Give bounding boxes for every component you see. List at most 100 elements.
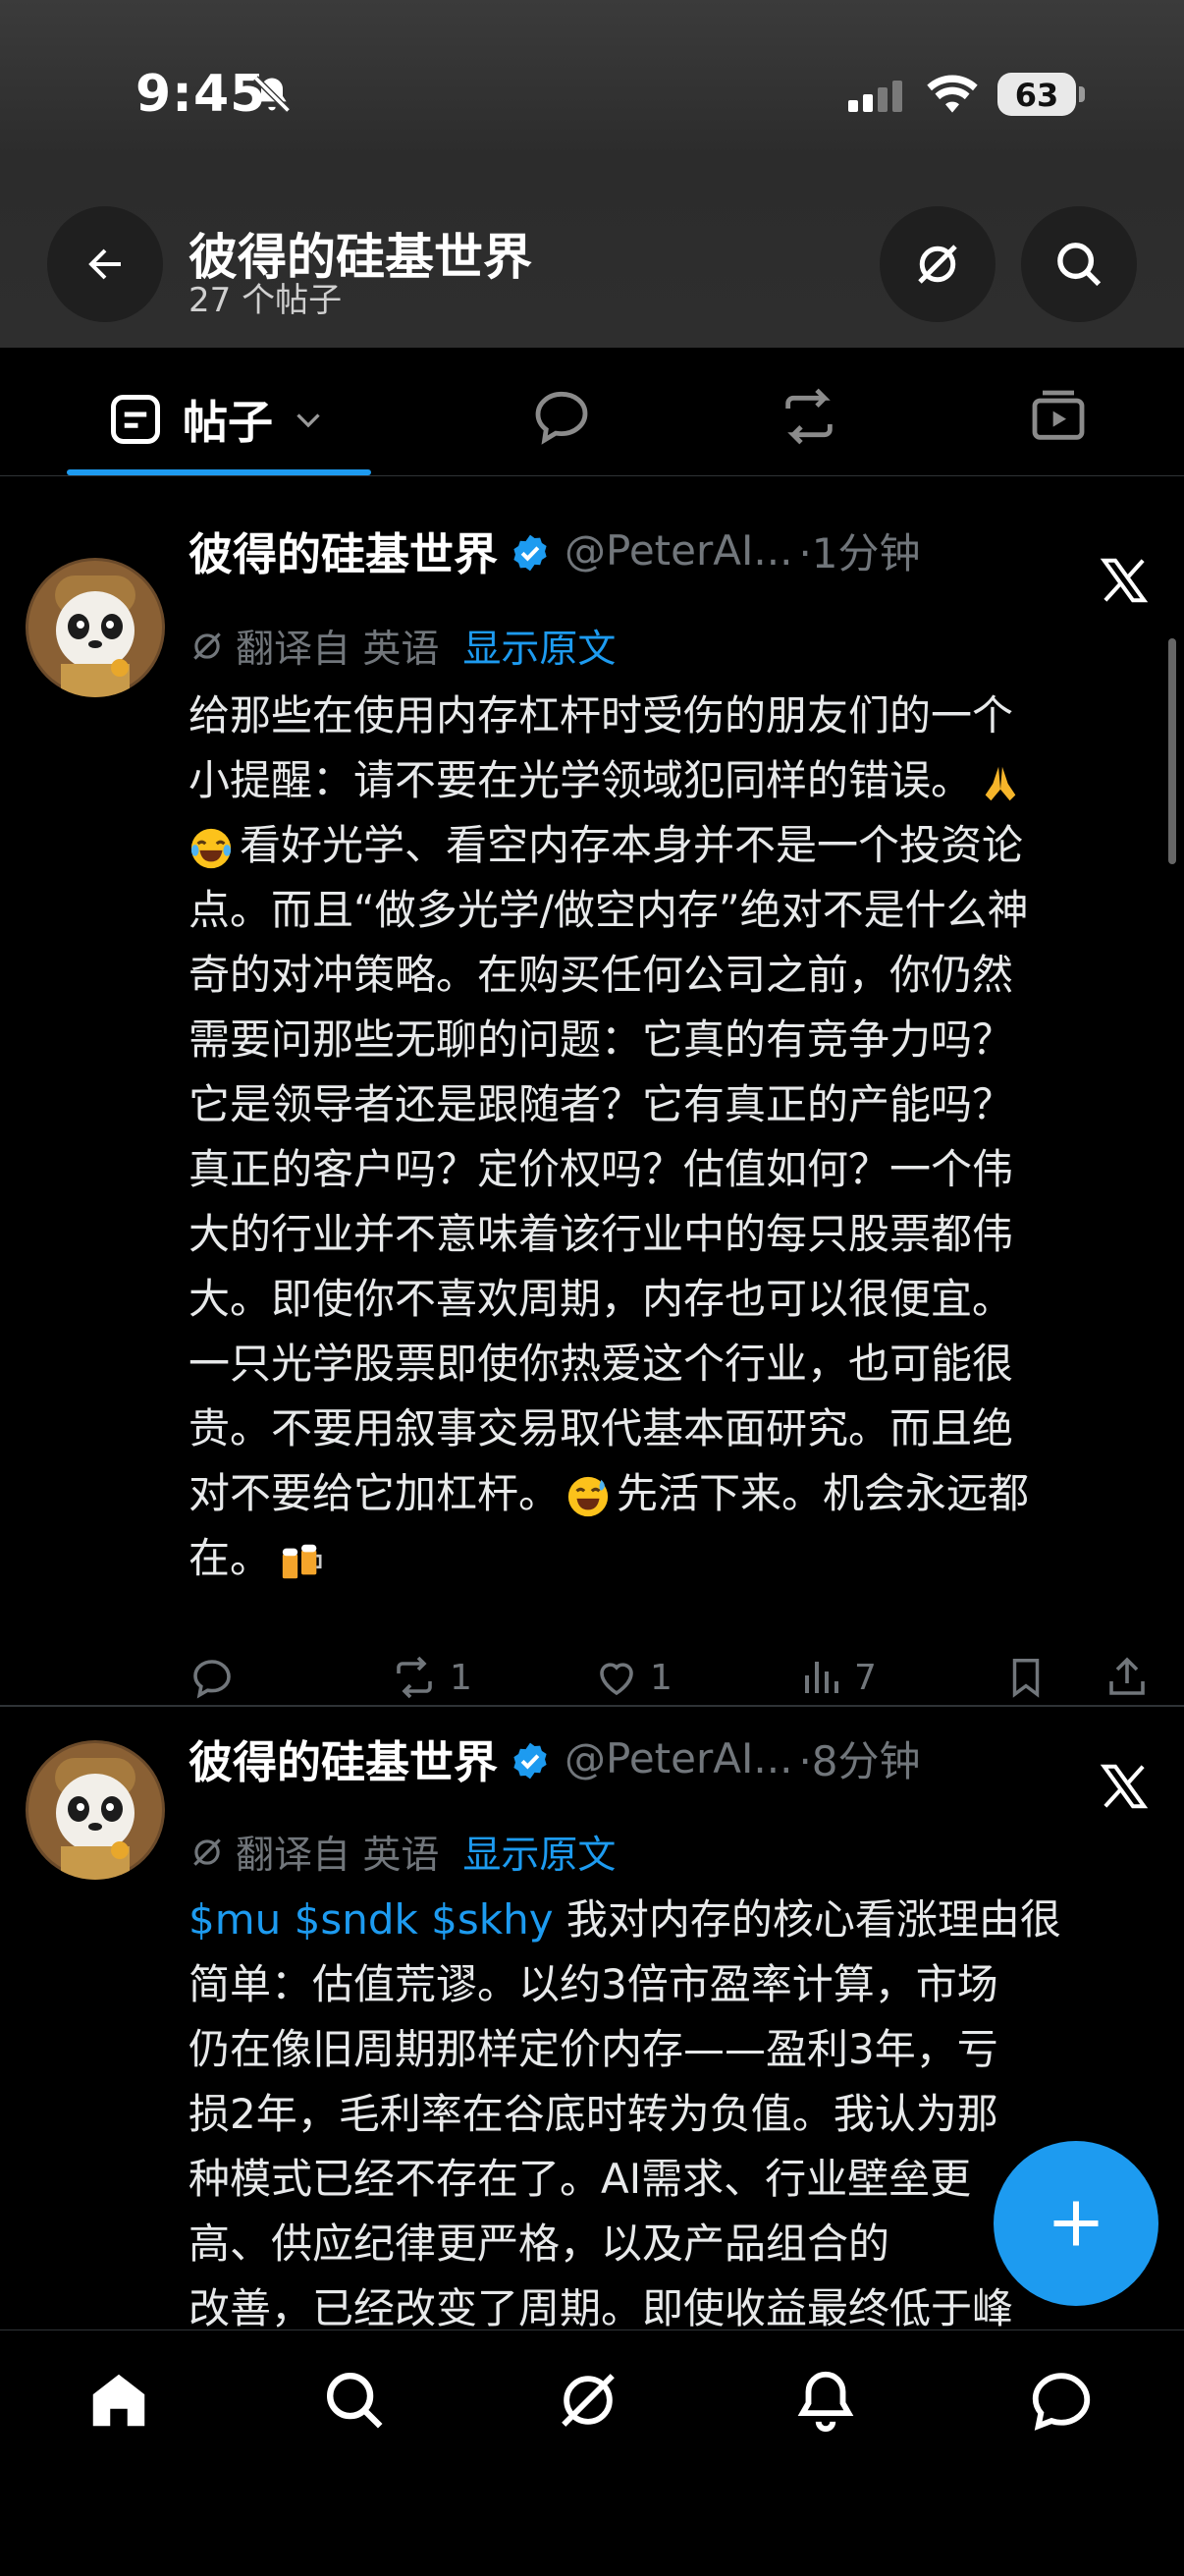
plus-icon [1053, 2201, 1099, 2246]
post-line: 看好光学、看空内存本身并不是一个投资论 [188, 813, 1160, 878]
post-line-text: 小提醒：请不要在光学领域犯同样的错误。 [188, 756, 973, 804]
bookmark-button[interactable] [1003, 1654, 1049, 1701]
post-line-text: 在。 [188, 1534, 272, 1582]
post-body: 给那些在使用内存杠杆时受伤的朋友们的一个 小提醒：请不要在光学领域犯同样的错误。… [188, 684, 1160, 1591]
translation-row: 翻译自 英语 显示原文 [188, 619, 616, 674]
like-button[interactable]: 1 [593, 1654, 673, 1701]
post-line: 奇的对冲策略。在购买任何公司之前，你仍然 [188, 951, 1014, 999]
tab-posts-label: 帖子 [183, 396, 273, 449]
tab-replies-icon[interactable] [530, 385, 593, 448]
share-icon [1109, 1657, 1145, 1695]
post-time: ·1分钟 [798, 529, 921, 577]
post-line: 需要问那些无聊的问题：它真的有竞争力吗？ [188, 1015, 1014, 1064]
views-count: 7 [854, 1657, 877, 1698]
author-handle[interactable]: @PeterAI... [565, 1734, 792, 1782]
post-line-text: 先活下来。机会永远都 [617, 1469, 1030, 1517]
post-line: 真正的客户吗？定价权吗？估值如何？一个伟 [188, 1145, 1014, 1193]
battery-indicator: 63 [997, 73, 1076, 116]
tab-media-icon[interactable] [1027, 385, 1090, 448]
explore-search-icon[interactable] [320, 2366, 389, 2435]
like-count: 1 [650, 1657, 673, 1698]
post-line: 仍在像旧周期那样定价内存——盈利3年，亏 [188, 2025, 998, 2073]
heart-icon [600, 1663, 633, 1696]
tab-reposts-icon[interactable] [774, 385, 844, 448]
arrow-left-icon [88, 248, 121, 280]
posts-icon [111, 395, 160, 444]
battery-nub [1079, 86, 1085, 102]
post-card[interactable]: 彼得的硅基世界 @PeterAI... ·1分钟 翻译自 英语 显示原文 给那些… [0, 475, 1184, 1707]
author-name[interactable]: 彼得的硅基世界 [188, 519, 498, 582]
scrollbar[interactable] [1168, 638, 1176, 864]
panda-avatar-image [26, 558, 165, 697]
beers-emoji-icon [282, 1544, 322, 1578]
folded-hands-emoji-icon [985, 766, 1016, 800]
post-line: 点。而且“做多光学/做空内存”绝对不是什么神 [188, 886, 1029, 934]
post-line-text: 看好光学、看空内存本身并不是一个投资论 [240, 821, 1024, 869]
post-actions: 1 1 7 [188, 1654, 1160, 1713]
profile-header: 9:45 63 彼得的硅基世界 27 个帖子 [0, 0, 1184, 348]
post-line-text: 对不要给它加杠杆。 [188, 1469, 561, 1517]
analytics-icon [805, 1662, 838, 1693]
views-button[interactable]: 7 [797, 1654, 877, 1701]
compose-post-button[interactable] [994, 2141, 1158, 2306]
show-original-link[interactable]: 显示原文 [462, 1825, 616, 1880]
repost-button[interactable]: 1 [389, 1654, 472, 1701]
post-line: 在。 [188, 1526, 1160, 1591]
sweat-smile-emoji-icon [567, 1476, 609, 1516]
bookmark-icon [1012, 1659, 1040, 1698]
share-button[interactable] [1103, 1654, 1151, 1701]
bell-off-icon [253, 76, 291, 113]
post-line: 对不要给它加杠杆。 先活下来。机会永远都 [188, 1461, 1160, 1526]
post-header: 彼得的硅基世界 @PeterAI... ·8分钟 [188, 1726, 921, 1790]
post-header: 彼得的硅基世界 @PeterAI... ·1分钟 [188, 519, 921, 582]
post-line: 一只光学股票即使你热爱这个行业，也可能很 [188, 1340, 1014, 1388]
reply-button[interactable] [188, 1654, 236, 1701]
translation-row: 翻译自 英语 显示原文 [188, 1825, 616, 1880]
post-line: 给那些在使用内存杠杆时受伤的朋友们的一个 [188, 691, 1014, 740]
verified-badge-icon [513, 1742, 547, 1779]
signal-icon [848, 81, 902, 112]
post-line: 小提醒：请不要在光学领域犯同样的错误。 [188, 748, 1160, 813]
grok-nav-icon[interactable] [554, 2366, 622, 2435]
home-icon[interactable] [84, 2366, 153, 2435]
search-icon [1057, 243, 1102, 287]
translate-icon [193, 1838, 221, 1866]
notifications-icon[interactable] [791, 2366, 860, 2435]
verified-badge-icon [513, 534, 547, 571]
bottom-navigation [0, 2329, 1184, 2576]
cashtag-links[interactable]: $mu $sndk $skhy [188, 1895, 554, 1944]
post-line: $mu $sndk $skhy 我对内存的核心看涨理由很 [188, 1888, 1160, 1952]
wifi-icon [927, 75, 978, 113]
post-line: 大。即使你不喜欢周期，内存也可以很便宜。 [188, 1275, 1014, 1323]
back-button[interactable] [47, 206, 163, 322]
joy-emoji-icon [190, 828, 232, 868]
search-button[interactable] [1021, 206, 1137, 322]
x-logo-icon [1100, 1764, 1149, 1809]
post-line: 损2年，毛利率在谷底时转为负值。我认为那 [188, 2090, 998, 2138]
author-handle[interactable]: @PeterAI... [565, 526, 792, 575]
post-line-text: 我对内存的核心看涨理由很 [565, 1895, 1061, 1944]
chevron-down-icon [296, 413, 320, 428]
author-name[interactable]: 彼得的硅基世界 [188, 1726, 498, 1790]
battery-level: 63 [1014, 77, 1059, 114]
show-original-link[interactable]: 显示原文 [462, 619, 616, 674]
post-line: 它是领导者还是跟随者？它有真正的产能吗？ [188, 1080, 1014, 1128]
panda-avatar-image [26, 1740, 165, 1880]
repost-icon [397, 1656, 432, 1699]
x-logo-icon [1100, 558, 1149, 603]
translate-icon [193, 632, 221, 660]
post-line: 贵。不要用叙事交易取代基本面研究。而且绝 [188, 1404, 1014, 1452]
post-count: 27 个帖子 [188, 281, 343, 320]
grok-button[interactable] [880, 206, 996, 322]
messages-icon[interactable] [1027, 2366, 1096, 2435]
profile-tabs: 帖子 [0, 348, 1184, 476]
post-line: 大的行业并不意味着该行业中的每只股票都伟 [188, 1210, 1014, 1258]
avatar[interactable] [26, 1740, 165, 1880]
repost-count: 1 [450, 1657, 472, 1698]
grok-icon [918, 245, 957, 284]
post-line: 简单：估值荒谬。以约3倍市盈率计算，市场 [188, 1960, 998, 2008]
reply-icon [193, 1660, 231, 1699]
avatar[interactable] [26, 558, 165, 697]
tab-posts[interactable]: 帖子 [106, 387, 326, 452]
translated-label: 翻译自 英语 [236, 628, 440, 672]
